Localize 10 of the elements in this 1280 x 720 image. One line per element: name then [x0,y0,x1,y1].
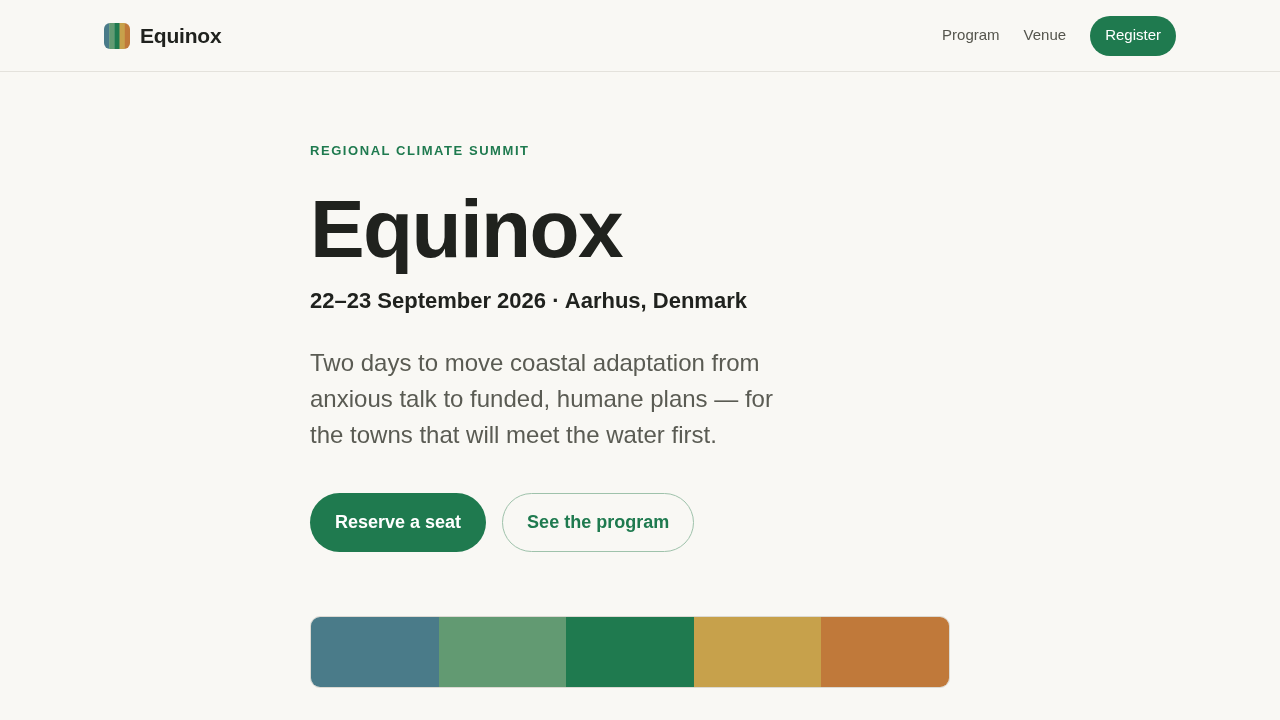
brand-name[interactable]: Equinox [140,19,222,52]
nav-link[interactable]: Program [942,24,1000,47]
event-date-location: 22–23 September 2026 · Aarhus, Denmark [310,287,747,315]
register-button[interactable]: Register [1090,15,1176,56]
eyebrow-label: REGIONAL CLIMATE SUMMIT [310,143,530,159]
hero-title: Equinox [310,182,622,276]
striped-tile-icon [104,22,130,49]
hero-description: Two days to move coastal adaptation from anxious talk to funded, humane plans — for the towns that will meet the water first. [310,348,774,450]
nav-link[interactable]: Venue [1023,24,1067,47]
reserve-button[interactable]: Reserve a seat [310,493,487,552]
